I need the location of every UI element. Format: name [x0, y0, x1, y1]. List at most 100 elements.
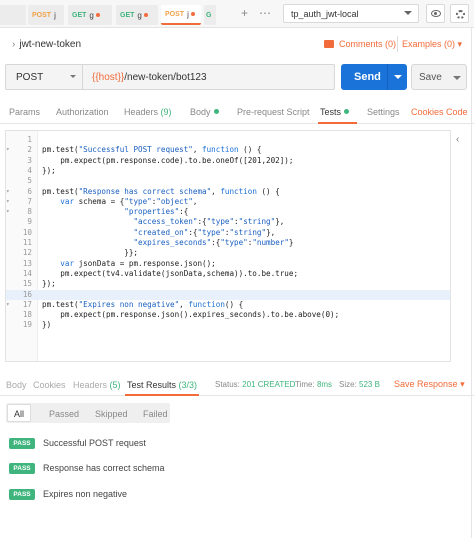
tab-settings[interactable]: Settings [367, 107, 400, 117]
code-link[interactable]: Code [446, 107, 468, 117]
code-line: ▾ 17 pm.test("Expires non negative", funct… [6, 300, 450, 310]
code-line: 4}); [6, 166, 450, 176]
tab-method: POST [165, 10, 185, 18]
send-label: Send [354, 71, 381, 83]
test-results-count: (3/3) [178, 380, 198, 390]
request-tab-5[interactable]: G [204, 5, 216, 25]
status-label: Status: [215, 380, 240, 389]
line-number: 5 [27, 176, 32, 186]
request-tabs: Params Authorization Headers (9) Body Pr… [0, 100, 474, 124]
code-line: ▾ 7 var schema = {"type":"object", [6, 197, 450, 207]
tab-method: G [206, 11, 212, 19]
code-line: 5 [6, 176, 450, 186]
request-tab-3[interactable]: GET g [116, 5, 158, 25]
response-tabs: Body Cookies Headers (5) Test Results (3… [0, 374, 474, 396]
tab-body[interactable]: Body [190, 107, 219, 117]
tab-name: g [137, 10, 142, 20]
tab-authorization[interactable]: Authorization [56, 107, 109, 117]
pass-badge: PASS [9, 462, 35, 474]
url-input[interactable]: {{host}}/new-token/bot123 [92, 72, 207, 83]
line-number: 17 [22, 299, 32, 309]
save-response-button[interactable]: Save Response ▾ [394, 379, 465, 390]
gear-icon [456, 10, 465, 19]
filter-failed[interactable]: Failed [136, 403, 175, 423]
response-tab-headers[interactable]: Headers (5) [73, 380, 121, 390]
add-tab-icon[interactable]: + [241, 6, 248, 20]
method-select[interactable]: POST [6, 65, 83, 89]
headers-count: (9) [160, 107, 172, 117]
code-text: pm.expect(tv4.validate(jsonData,schema))… [42, 268, 299, 278]
status-value: 201 CREATED [242, 380, 296, 389]
chevron-down-icon [70, 75, 76, 81]
chevron-down-icon[interactable] [453, 76, 461, 84]
line-number: 11 [22, 238, 32, 247]
snippets-toggle-icon[interactable]: ‹ [456, 134, 459, 145]
time-value: 8ms [316, 380, 333, 389]
filter-passed[interactable]: Passed [42, 403, 86, 423]
response-tab-test-results[interactable]: Test Results (3/3) [124, 380, 200, 396]
line-number: 7 [27, 196, 32, 206]
filter-skipped[interactable]: Skipped [88, 403, 135, 423]
time-label: Time: [295, 380, 315, 389]
request-tab-1[interactable]: POST j [28, 5, 64, 25]
cookies-link[interactable]: Cookies [411, 107, 444, 117]
line-number: 10 [22, 227, 32, 237]
pass-badge: PASS [9, 488, 35, 500]
response-time: Time: 8ms [295, 380, 332, 389]
chevron-down-icon: ▾ [460, 379, 465, 389]
test-name: Expires non negative [43, 489, 128, 499]
tab-method: GET [120, 11, 135, 19]
environment-select[interactable]: tp_auth_jwt-local [283, 4, 419, 23]
code-text: "access_token":{"type":"string"}, [133, 217, 285, 227]
tab-name: g [89, 10, 94, 20]
code-text: var jsonData = pm.response.json(); [60, 258, 216, 268]
code-line: 16 [6, 289, 450, 300]
unsaved-dot-icon [95, 13, 100, 17]
manage-environments-button[interactable] [450, 4, 469, 23]
request-tab-4[interactable]: POST j [161, 5, 201, 25]
more-tabs-icon[interactable]: ⋯ [259, 6, 271, 20]
examples-dropdown[interactable]: Examples (0) ▾ [402, 39, 462, 50]
comments-label: Comments (0) [339, 39, 397, 49]
response-size: Size: 523 B [339, 380, 380, 389]
divider [387, 64, 388, 90]
line-number: 6 [27, 186, 32, 196]
line-number: 12 [22, 248, 32, 258]
code-text: "properties":{ [124, 207, 189, 217]
request-tab-0[interactable] [0, 5, 26, 25]
code-line: 15}); [6, 279, 450, 289]
tab-method: POST [32, 11, 52, 19]
tab-name: j [54, 10, 56, 20]
line-number: 4 [27, 165, 32, 175]
response-status: Status: 201 CREATED [215, 380, 295, 389]
line-number: 16 [22, 289, 32, 299]
tab-pre-request-script[interactable]: Pre-request Script [237, 107, 310, 117]
filter-all[interactable]: All [7, 404, 32, 422]
comments-link[interactable]: Comments (0) [324, 39, 396, 49]
code-line: 10 "created_on":{"type":"string"}, [6, 228, 450, 238]
send-button[interactable]: Send [341, 64, 407, 90]
code-line: 1 [6, 135, 450, 145]
code-text: }) [42, 320, 52, 330]
save-label: Save [419, 72, 442, 83]
request-tab-2[interactable]: GET g [68, 5, 112, 25]
request-title[interactable]: › jwt-new-token [12, 39, 81, 50]
response-tab-body[interactable]: Body [6, 380, 27, 390]
save-button[interactable]: Save [411, 64, 467, 90]
tab-headers[interactable]: Headers (9) [124, 107, 172, 117]
code-line: ▾ 2 pm.test("Successful POST request", fun… [6, 145, 450, 155]
code-text: }); [42, 165, 56, 175]
unsaved-dot-icon [143, 13, 148, 17]
line-number: 14 [22, 268, 32, 278]
tab-tests[interactable]: Tests [317, 107, 358, 124]
response-tab-cookies[interactable]: Cookies [33, 380, 66, 390]
size-value: 523 B [359, 380, 380, 389]
tests-code-editor[interactable]: 1 ▾ 2 pm.test("Successful POST request", fu… [5, 130, 451, 362]
body-indicator-dot [213, 109, 219, 114]
environment-quick-look-button[interactable] [426, 4, 445, 23]
chevron-down-icon[interactable] [394, 75, 402, 83]
code-text: }); [42, 279, 56, 289]
code-line: 3 pm.expect(pm.response.code).to.be.oneO… [6, 156, 450, 166]
code-line: 14 pm.expect(tv4.validate(jsonData,schem… [6, 269, 450, 279]
tab-params[interactable]: Params [9, 107, 40, 117]
